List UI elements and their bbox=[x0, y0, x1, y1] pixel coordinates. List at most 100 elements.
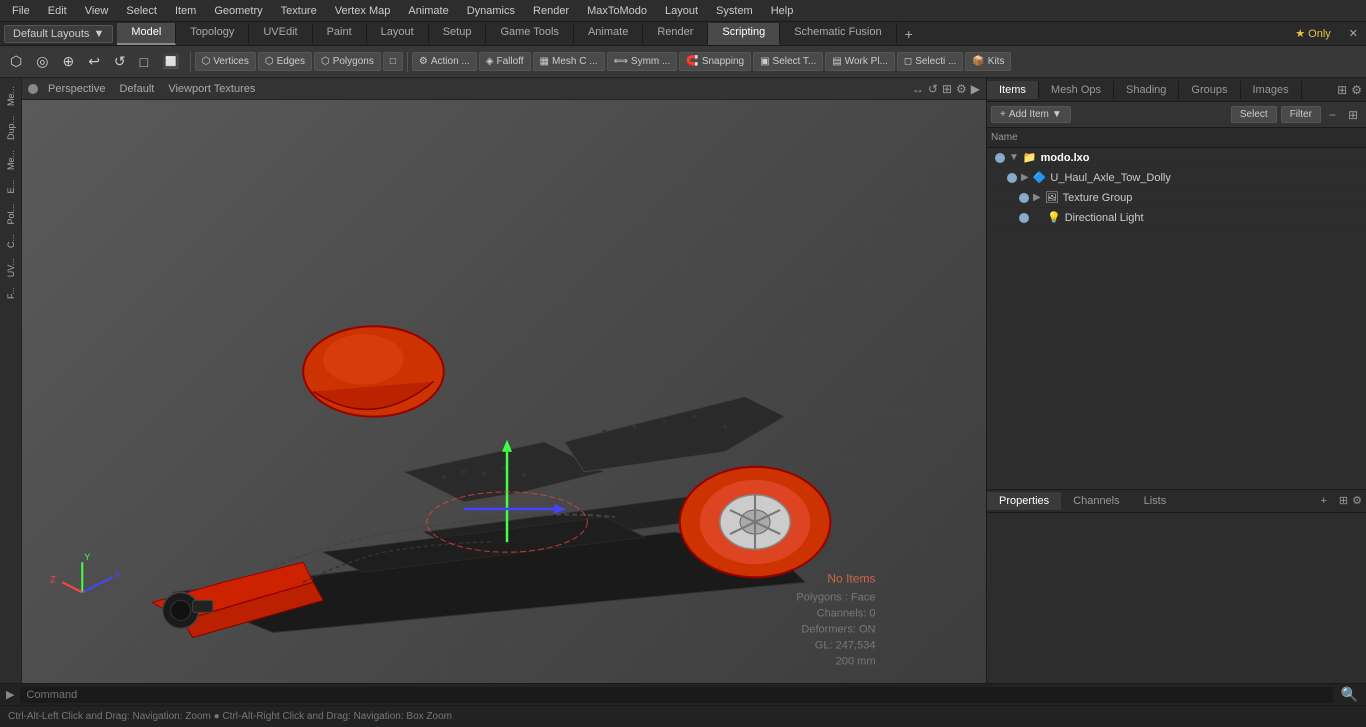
menu-item[interactable]: Item bbox=[167, 3, 204, 19]
menu-texture[interactable]: Texture bbox=[273, 3, 325, 19]
expand-arrow-icon[interactable]: ▶ bbox=[1021, 172, 1029, 183]
tb-icon5[interactable]: ↺ bbox=[108, 50, 132, 73]
list-item[interactable]: ▼ 📁 modo.lxo bbox=[987, 148, 1366, 168]
star-only-button[interactable]: ★ Only bbox=[1285, 24, 1341, 43]
tab-setup[interactable]: Setup bbox=[429, 23, 487, 45]
list-item[interactable]: 💡 Directional Light bbox=[987, 208, 1366, 228]
visibility-dot[interactable] bbox=[1019, 193, 1029, 203]
viewport-dot[interactable] bbox=[28, 84, 38, 94]
tab-animate[interactable]: Animate bbox=[574, 23, 643, 45]
items-minus-icon[interactable]: − bbox=[1325, 106, 1340, 124]
tab-paint[interactable]: Paint bbox=[313, 23, 367, 45]
tab-shading[interactable]: Shading bbox=[1114, 81, 1179, 99]
viewport-perspective[interactable]: Perspective bbox=[44, 83, 109, 95]
menu-edit[interactable]: Edit bbox=[40, 3, 75, 19]
prop-expand-icon[interactable]: ⊞ bbox=[1339, 494, 1348, 507]
prop-add-button[interactable]: + bbox=[1312, 495, 1334, 507]
menu-dynamics[interactable]: Dynamics bbox=[459, 3, 523, 19]
tab-gametools[interactable]: Game Tools bbox=[486, 23, 574, 45]
tb-edges[interactable]: ⬡ Edges bbox=[258, 52, 312, 71]
menu-help[interactable]: Help bbox=[763, 3, 802, 19]
tab-items[interactable]: Items bbox=[987, 81, 1039, 99]
tab-meshops[interactable]: Mesh Ops bbox=[1039, 81, 1114, 99]
prop-settings-icon[interactable]: ⚙ bbox=[1352, 494, 1362, 507]
tb-snapping[interactable]: 🧲 Snapping bbox=[679, 52, 751, 71]
tb-icon6[interactable]: □ bbox=[134, 51, 154, 73]
tab-schematic[interactable]: Schematic Fusion bbox=[780, 23, 896, 45]
command-input[interactable] bbox=[20, 687, 1332, 703]
menu-file[interactable]: File bbox=[4, 3, 38, 19]
tb-symm[interactable]: ⟺ Symm ... bbox=[607, 52, 678, 71]
viewport[interactable]: Perspective Default Viewport Textures ↔ … bbox=[22, 78, 986, 683]
viewport-arrows-icon[interactable]: ↔ bbox=[912, 82, 924, 96]
visibility-dot[interactable] bbox=[995, 153, 1005, 163]
menu-select[interactable]: Select bbox=[118, 3, 165, 19]
tb-icon2[interactable]: ◎ bbox=[30, 50, 54, 73]
sidebar-c[interactable]: C... bbox=[4, 230, 18, 252]
viewport-grid-icon[interactable]: ⊞ bbox=[942, 82, 952, 96]
default-layouts-dropdown[interactable]: Default Layouts ▼ bbox=[4, 25, 113, 43]
menu-render[interactable]: Render bbox=[525, 3, 577, 19]
expand-arrow-icon[interactable]: ▼ bbox=[1009, 152, 1019, 163]
select-button[interactable]: Select bbox=[1231, 106, 1277, 123]
tab-images[interactable]: Images bbox=[1241, 81, 1302, 99]
scene-area[interactable]: No Items Polygons : Face Channels: 0 Def… bbox=[22, 100, 986, 683]
filter-button[interactable]: Filter bbox=[1281, 106, 1321, 123]
tb-mode-box[interactable]: □ bbox=[383, 52, 403, 71]
tb-icon7[interactable]: 🔲 bbox=[156, 50, 185, 73]
viewport-play-icon[interactable]: ▶ bbox=[971, 82, 980, 96]
viewport-default[interactable]: Default bbox=[115, 83, 158, 95]
sidebar-e[interactable]: E... bbox=[4, 176, 18, 198]
menu-geometry[interactable]: Geometry bbox=[206, 3, 270, 19]
menu-view[interactable]: View bbox=[77, 3, 117, 19]
expand-arrow-icon[interactable]: ▶ bbox=[1033, 192, 1041, 203]
tb-workpl[interactable]: ▤ Work Pl... bbox=[825, 52, 895, 71]
tb-kits[interactable]: 📦 Kits bbox=[965, 52, 1011, 71]
list-item[interactable]: ▶ 🖼 Texture Group bbox=[987, 188, 1366, 208]
sidebar-uv[interactable]: UV... bbox=[4, 254, 18, 281]
add-layout-button[interactable]: + bbox=[897, 23, 921, 45]
tb-icon4[interactable]: ↩ bbox=[82, 50, 106, 73]
viewport-textures[interactable]: Viewport Textures bbox=[164, 83, 259, 95]
viewport-rotate-icon[interactable]: ↺ bbox=[928, 82, 938, 96]
tb-icon3[interactable]: ⊕ bbox=[56, 50, 80, 73]
tb-meshc[interactable]: ▦ Mesh C ... bbox=[533, 52, 605, 71]
visibility-dot[interactable] bbox=[1019, 213, 1029, 223]
tb-action[interactable]: ⚙ Action ... bbox=[412, 52, 477, 71]
list-item[interactable]: ▶ 🔷 U_Haul_Axle_Tow_Dolly bbox=[987, 168, 1366, 188]
sidebar-me2[interactable]: Me... bbox=[4, 146, 18, 174]
menu-maxtomodo[interactable]: MaxToModo bbox=[579, 3, 655, 19]
tab-topology[interactable]: Topology bbox=[176, 23, 249, 45]
tb-falloff[interactable]: ◈ Falloff bbox=[479, 52, 531, 71]
sidebar-dup[interactable]: Dup... bbox=[4, 112, 18, 144]
menu-vertexmap[interactable]: Vertex Map bbox=[327, 3, 399, 19]
tb-vertices[interactable]: ⬡ Vertices bbox=[195, 52, 256, 71]
tab-groups[interactable]: Groups bbox=[1179, 81, 1240, 99]
tab-channels[interactable]: Channels bbox=[1061, 492, 1131, 510]
command-search-icon[interactable]: 🔍 bbox=[1333, 684, 1366, 705]
tb-select-t[interactable]: ▣ Select T... bbox=[753, 52, 823, 71]
items-expand-icon[interactable]: ⊞ bbox=[1344, 106, 1362, 124]
tab-model[interactable]: Model bbox=[117, 23, 176, 45]
layout-close-button[interactable]: ✕ bbox=[1341, 24, 1366, 43]
menu-system[interactable]: System bbox=[708, 3, 761, 19]
panel-settings-icon[interactable]: ⚙ bbox=[1351, 83, 1362, 97]
tb-selecti[interactable]: ◻ Selecti ... bbox=[897, 52, 963, 71]
viewport-settings-icon[interactable]: ⚙ bbox=[956, 82, 967, 96]
tab-layout[interactable]: Layout bbox=[367, 23, 429, 45]
sidebar-me[interactable]: Me... bbox=[4, 82, 18, 110]
tab-render[interactable]: Render bbox=[643, 23, 708, 45]
tab-uvedit[interactable]: UVEdit bbox=[249, 23, 312, 45]
menu-layout[interactable]: Layout bbox=[657, 3, 706, 19]
tab-scripting[interactable]: Scripting bbox=[708, 23, 780, 45]
tab-properties[interactable]: Properties bbox=[987, 492, 1061, 510]
sidebar-pol[interactable]: Pol... bbox=[4, 200, 18, 229]
visibility-dot[interactable] bbox=[1007, 173, 1017, 183]
tb-icon1[interactable]: ⬡ bbox=[4, 50, 28, 73]
sidebar-f[interactable]: F... bbox=[4, 283, 18, 303]
tb-polygons[interactable]: ⬡ Polygons bbox=[314, 52, 381, 71]
command-arrow-icon[interactable]: ▶ bbox=[0, 688, 20, 701]
menu-animate[interactable]: Animate bbox=[400, 3, 456, 19]
tab-lists[interactable]: Lists bbox=[1132, 492, 1179, 510]
panel-expand-icon[interactable]: ⊞ bbox=[1337, 83, 1347, 97]
